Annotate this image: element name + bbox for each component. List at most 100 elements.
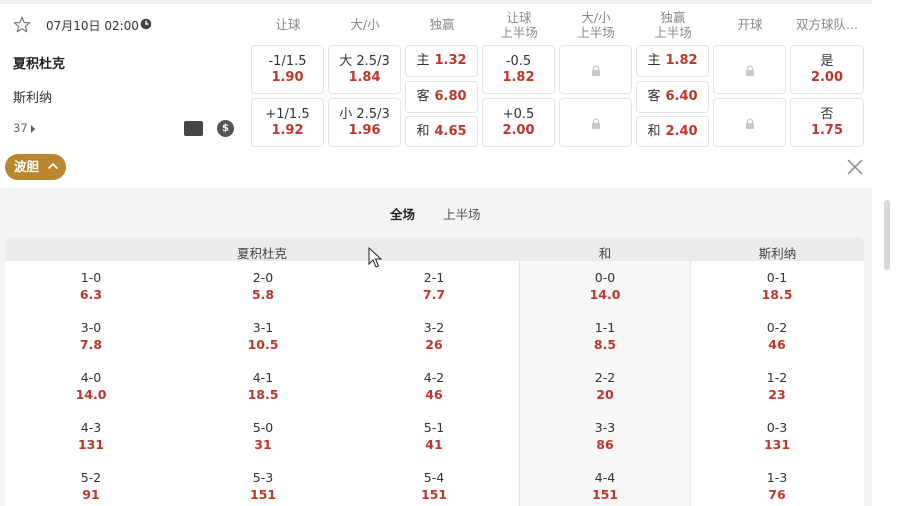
odd-both-teams-no[interactable]: 否 1.75	[790, 98, 864, 147]
odd-handicap-half-away[interactable]: +0.5 2.00	[482, 98, 555, 147]
score-cell[interactable]: 2-0 5.8	[198, 269, 328, 303]
score-cell[interactable]: 3-0 7.8	[26, 319, 156, 353]
cashout-icon[interactable]: $	[217, 120, 234, 137]
score-cell[interactable]: 2-2 20	[540, 369, 670, 403]
score-label: 2-0	[252, 270, 274, 285]
score-cell[interactable]: 3-2 26	[369, 319, 499, 353]
score-cell[interactable]: 4-0 14.0	[26, 369, 156, 403]
header-draw: 和	[598, 246, 612, 261]
odd-price: 6.80	[434, 89, 467, 104]
score-cell[interactable]: 5-1 41	[369, 419, 499, 453]
lock-icon	[745, 64, 754, 76]
score-price: 46	[768, 337, 786, 352]
correct-score-label: 波胆	[14, 159, 40, 174]
odd-handicap-away[interactable]: +1/1.5 1.92	[251, 98, 324, 147]
odd-handicap-home[interactable]: -1/1.5 1.90	[251, 45, 324, 94]
header-away: 斯利纳	[758, 246, 797, 261]
correct-score-table: 夏积杜克 和 斯利纳 1-0 6.3 2-0 5.8 2-1 7.7 3-0 7.8 3-1 10…	[5, 237, 864, 506]
odd-line: -0.5	[505, 54, 532, 69]
score-label: 5-2	[80, 470, 102, 485]
score-cell[interactable]: 5-2 91	[26, 469, 156, 503]
score-label: 4-3	[80, 420, 102, 435]
score-price: 18.5	[761, 287, 793, 302]
score-cell[interactable]: 1-3 76	[712, 469, 842, 503]
score-label: 3-3	[594, 420, 616, 435]
col-over-under-half: 大/小 上半场	[577, 10, 615, 40]
odd-moneyline-half-home[interactable]: 主 1.82	[636, 45, 709, 77]
odd-price: 1.82	[502, 70, 535, 85]
score-cell[interactable]: 5-3 151	[198, 469, 328, 503]
score-label: 2-2	[594, 370, 616, 385]
close-icon[interactable]	[845, 157, 865, 177]
odd-label: 是	[820, 54, 834, 69]
odd-label: 主	[416, 53, 430, 68]
odd-kickoff-away-locked	[713, 98, 786, 147]
score-cell[interactable]: 1-1 8.5	[540, 319, 670, 353]
odd-price: 2.00	[810, 70, 844, 85]
odd-price: 1.82	[665, 53, 698, 68]
score-price: 86	[596, 437, 614, 452]
score-label: 5-3	[252, 470, 274, 485]
page: 07月10日 02:00 让球 大/小 独赢 让球 上半场 大/小 上半场 独赢…	[0, 0, 898, 506]
odd-line: 小 2.5/3	[339, 107, 390, 122]
score-cell[interactable]: 4-1 18.5	[198, 369, 328, 403]
col-moneyline: 独赢	[429, 17, 455, 32]
odd-moneyline-half-away[interactable]: 客 6.40	[636, 81, 709, 113]
score-cell[interactable]: 5-4 151	[369, 469, 499, 503]
score-label: 0-1	[766, 270, 788, 285]
score-price: 5.8	[251, 287, 275, 302]
score-cell[interactable]: 3-3 86	[540, 419, 670, 453]
score-price: 76	[768, 487, 786, 502]
score-cell[interactable]: 0-0 14.0	[540, 269, 670, 303]
odd-over[interactable]: 大 2.5/3 1.84	[328, 45, 401, 94]
odd-line: +0.5	[502, 107, 535, 122]
scrollbar-thumb[interactable]	[884, 200, 890, 270]
score-cell[interactable]: 1-2 23	[712, 369, 842, 403]
odd-under-half-locked	[559, 98, 632, 147]
score-price: 10.5	[247, 337, 279, 352]
score-cell[interactable]: 2-1 7.7	[369, 269, 499, 303]
odd-moneyline-half-draw[interactable]: 和 2.40	[636, 116, 709, 147]
score-label: 5-4	[423, 470, 445, 485]
score-price: 7.8	[79, 337, 103, 352]
score-label: 5-0	[252, 420, 274, 435]
score-cell[interactable]: 1-0 6.3	[26, 269, 156, 303]
tab-full-time[interactable]: 全场	[390, 204, 415, 223]
odd-both-teams-yes[interactable]: 是 2.00	[790, 45, 864, 94]
star-icon[interactable]	[13, 16, 31, 34]
table-header: 夏积杜克 和 斯利纳	[5, 237, 864, 261]
score-cell[interactable]: 0-2 46	[712, 319, 842, 353]
odd-over-half-locked	[559, 45, 632, 94]
odd-label: 和	[416, 123, 430, 139]
odd-moneyline-draw[interactable]: 和 4.65	[405, 116, 478, 147]
match-card: 07月10日 02:00 让球 大/小 独赢 让球 上半场 大/小 上半场 独赢…	[0, 0, 872, 506]
score-label: 0-2	[766, 320, 788, 335]
score-cell[interactable]: 4-4 151	[540, 469, 670, 503]
score-price: 26	[425, 337, 443, 352]
more-markets-link[interactable]: 37	[13, 121, 35, 135]
odd-under[interactable]: 小 2.5/3 1.96	[328, 98, 401, 147]
live-stream-icon[interactable]	[184, 121, 203, 136]
score-cell[interactable]: 3-1 10.5	[198, 319, 328, 353]
odd-moneyline-away[interactable]: 客 6.80	[405, 81, 478, 113]
score-cell[interactable]: 5-0 31	[198, 419, 328, 453]
odd-price: 1.92	[271, 123, 304, 138]
score-label: 1-2	[766, 370, 788, 385]
home-team: 夏积杜克	[13, 57, 66, 72]
more-markets-count: 37	[13, 121, 28, 135]
odd-price: 4.65	[434, 123, 467, 139]
score-price: 46	[425, 387, 443, 402]
score-label: 1-0	[80, 270, 102, 285]
odd-price: 6.40	[665, 89, 698, 104]
odd-moneyline-home[interactable]: 主 1.32	[405, 45, 478, 77]
tab-first-half[interactable]: 上半场	[443, 204, 481, 223]
score-price: 14.0	[75, 387, 107, 402]
correct-score-toggle[interactable]: 波胆	[5, 154, 66, 180]
score-cell[interactable]: 0-1 18.5	[712, 269, 842, 303]
score-label: 5-1	[423, 420, 445, 435]
score-cell[interactable]: 4-2 46	[369, 369, 499, 403]
caret-right-icon	[30, 124, 35, 133]
score-cell[interactable]: 0-3 131	[712, 419, 842, 453]
odd-handicap-half-home[interactable]: -0.5 1.82	[482, 45, 555, 94]
score-cell[interactable]: 4-3 131	[26, 419, 156, 453]
